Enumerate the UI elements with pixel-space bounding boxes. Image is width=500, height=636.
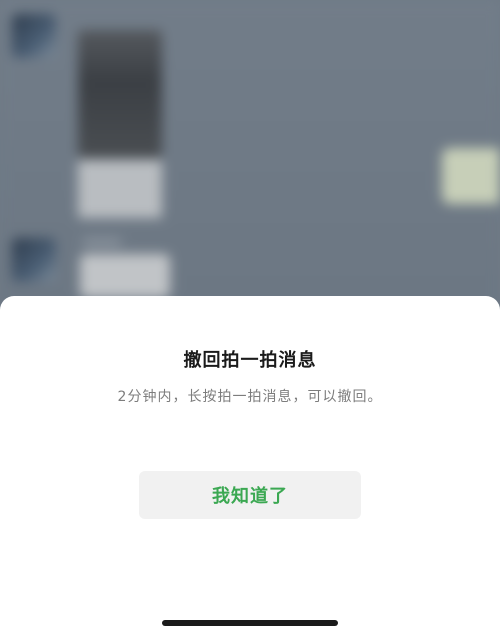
blurred-chat-background [0, 0, 500, 310]
ok-button[interactable]: 我知道了 [139, 471, 361, 519]
home-indicator [162, 620, 338, 626]
chat-bubble-outgoing [442, 148, 500, 204]
avatar [12, 14, 56, 58]
chat-image-caption [78, 160, 162, 218]
sender-name [82, 238, 122, 246]
sheet-title: 撤回拍一拍消息 [183, 350, 317, 371]
avatar [12, 238, 56, 282]
chat-image-message [78, 30, 162, 158]
chat-bubble-incoming [80, 254, 170, 298]
screen: 撤回拍一拍消息 2分钟内，长按拍一拍消息，可以撤回。 我知道了 [0, 0, 500, 636]
bottom-sheet: 撤回拍一拍消息 2分钟内，长按拍一拍消息，可以撤回。 我知道了 [0, 296, 500, 636]
sheet-description: 2分钟内，长按拍一拍消息，可以撤回。 [117, 389, 383, 405]
